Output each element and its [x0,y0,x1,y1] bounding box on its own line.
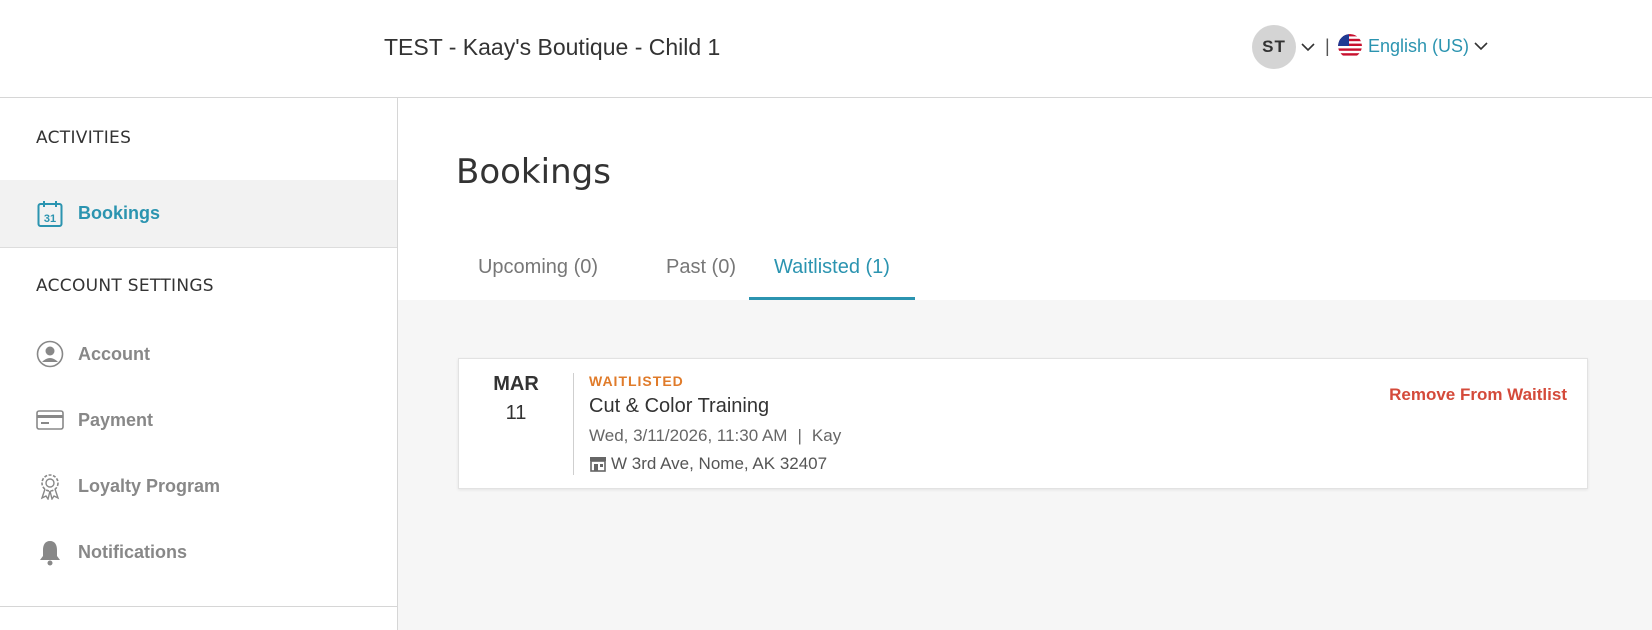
bell-icon [36,538,64,566]
sidebar-divider [0,606,397,607]
language-selector[interactable]: English (US) [1338,34,1489,58]
calendar-day: 31 [44,213,56,225]
activities-heading: ACTIVITIES [36,128,132,148]
sidebar-item-bookings[interactable]: 31 Bookings [0,180,397,248]
booking-card: MAR 11 WAITLISTED Cut & Color Training W… [458,358,1588,489]
address-text: W 3rd Ave, Nome, AK 32407 [611,454,828,473]
booking-month: MAR [493,373,539,395]
chevron-down-icon[interactable] [1473,38,1489,54]
booking-tabs: Upcoming (0) Past (0) Waitlisted (1) [398,246,1652,300]
sidebar-item-label: Bookings [78,203,161,223]
booking-datetime: Wed, 3/11/2026, 11:30 AM [589,426,788,445]
booking-info: WAITLISTED Cut & Color Training Wed, 3/1… [589,373,841,474]
store-title: TEST - Kaay's Boutique - Child 1 [384,34,721,60]
tab-waitlisted[interactable]: Waitlisted (1) [749,246,915,300]
bookings-list: MAR 11 WAITLISTED Cut & Color Training W… [398,300,1652,630]
us-flag-icon [1338,34,1362,58]
status-badge: WAITLISTED [589,373,684,389]
page-title: Bookings [456,152,611,192]
sidebar-item-label: Loyalty Program [78,475,221,496]
sidebar-item-notifications[interactable]: Notifications [0,518,397,586]
booking-address: W 3rd Ave, Nome, AK 32407 [589,454,841,474]
remove-from-waitlist-button[interactable]: Remove From Waitlist [1389,385,1567,405]
booking-date: MAR 11 [459,373,573,425]
sidebar-item-account[interactable]: Account [0,320,397,388]
top-header: TEST - Kaay's Boutique - Child 1 ST | En… [0,0,1652,98]
details-separator: | [797,426,802,445]
account-icon [36,340,64,368]
loyalty-badge-icon [36,472,64,500]
main-content: Bookings Upcoming (0) Past (0) Waitliste… [398,98,1652,630]
avatar[interactable]: ST [1252,25,1296,69]
sidebar-item-loyalty-program[interactable]: Loyalty Program [0,452,397,520]
sidebar-item-label: Account [78,343,150,364]
sidebar-item-label: Payment [78,409,154,430]
language-label[interactable]: English (US) [1368,36,1469,57]
date-divider [573,373,574,475]
store-icon [590,457,606,472]
booking-day: 11 [505,402,527,424]
class-name: Cut & Color Training [589,395,770,417]
payment-card-icon [36,406,64,434]
chevron-down-icon[interactable] [1300,39,1316,55]
booking-details: Wed, 3/11/2026, 11:30 AM | Kay [589,426,841,446]
account-settings-heading: ACCOUNT SETTINGS [36,276,214,296]
tab-past[interactable]: Past (0) [638,246,764,300]
calendar-icon: 31 [36,200,64,228]
tab-upcoming[interactable]: Upcoming (0) [456,246,620,300]
sidebar: ACTIVITIES 31 Bookings ACCOUNT SETTINGS … [0,98,398,630]
sidebar-item-label: Notifications [78,541,188,562]
header-separator: | [1325,36,1330,56]
sidebar-item-payment[interactable]: Payment [0,386,397,454]
booking-instructor: Kay [811,426,842,445]
user-menu[interactable]: ST [1252,25,1316,69]
